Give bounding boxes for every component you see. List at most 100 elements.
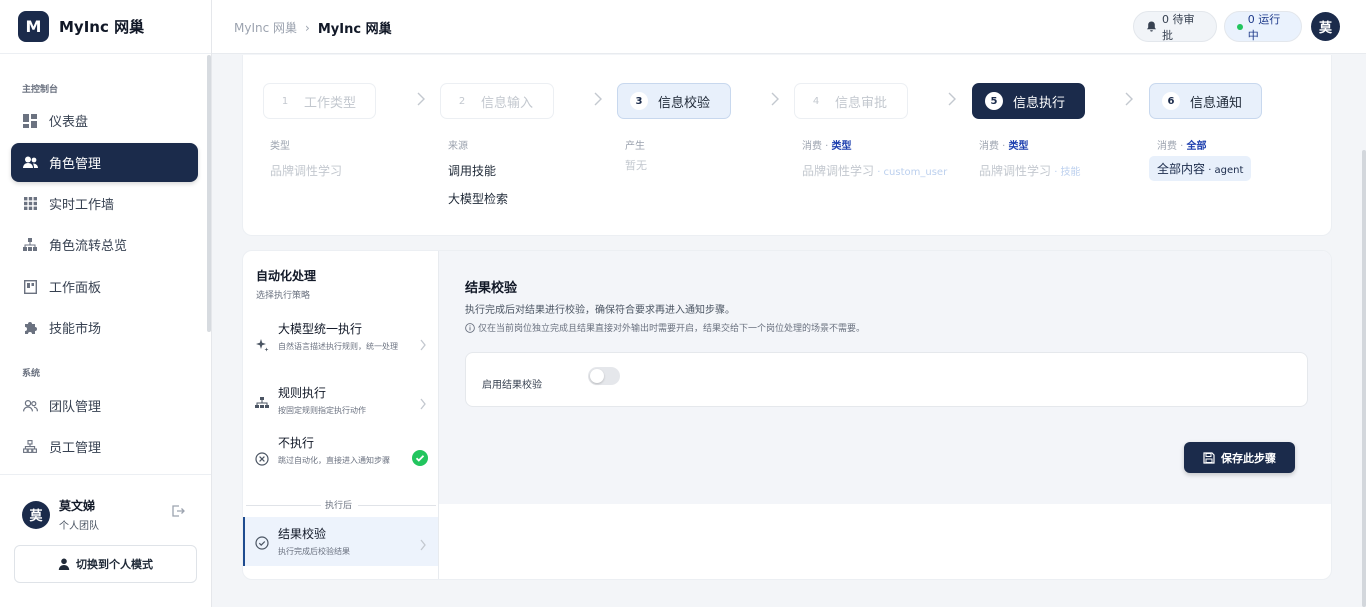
step-label: 信息执行 [1013, 95, 1066, 111]
puzzle-icon [22, 320, 38, 336]
automation-card: 自动化处理 选择执行策略 大模型统一执行 自然语言描述执行规则，统一处理 规则执… [242, 250, 1332, 580]
hierarchy-icon [22, 237, 38, 253]
check-circle-icon [255, 535, 269, 550]
step-label: 信息输入 [481, 95, 534, 111]
cancel-circle-icon [255, 451, 269, 466]
step-meta-tag: 全部内容 · agent [1149, 156, 1252, 181]
header-avatar[interactable]: 莫 [1311, 12, 1340, 41]
brand-logo: M [18, 10, 49, 42]
sidebar-item-team[interactable]: 团队管理 [11, 386, 198, 425]
step-number: 2 [458, 95, 466, 107]
option-title: 大模型统一执行 [278, 322, 363, 336]
pending-label: 0 待审批 [1162, 12, 1195, 42]
option-title: 不执行 [278, 436, 315, 450]
step-1-work-type[interactable]: 1 工作类型 [263, 83, 376, 119]
option-result-validation[interactable]: 结果校验 执行完成后校验结果 [243, 517, 438, 566]
pending-approvals-button[interactable]: 0 待审批 [1133, 11, 1217, 42]
step-4-info-approval[interactable]: 4 信息审批 [794, 83, 908, 119]
sidebar-divider [0, 53, 211, 54]
breadcrumb-parent[interactable]: MyInc 网巢 [234, 19, 297, 36]
running-label: 0 运行中 [1247, 12, 1281, 42]
breadcrumb: MyInc 网巢 › MyInc 网巢 [234, 18, 392, 38]
step-number: 4 [812, 95, 820, 107]
note-text: 仅在当前岗位独立完成且结果直接对外输出时需要开启，结果交给下一个岗位处理的场景不… [478, 324, 866, 334]
sidebar-item-label: 工作面板 [49, 281, 102, 296]
sidebar-item-live-wall[interactable]: 实时工作墙 [11, 184, 198, 223]
sidebar-item-label: 角色管理 [49, 157, 102, 172]
detail-description: 执行完成后对结果进行校验，确保符合要求再进入通知步骤。 [465, 305, 735, 316]
step-meta-label: 产生 [625, 141, 645, 152]
detail-title: 结果校验 [465, 281, 518, 296]
top-header: MyInc 网巢 › MyInc 网巢 0 待审批 0 运行中 莫 [212, 0, 1366, 54]
sidebar-item-role-flow[interactable]: 角色流转总览 [11, 225, 198, 264]
chevron-right-icon [419, 395, 427, 410]
step-meta-value: 品牌调性学习 · custom_user [802, 164, 948, 178]
workflow-steps-card: 1 工作类型 2 信息输入 3 信息校验 4 信息审批 5 信息执行 6 信息通… [242, 55, 1332, 236]
automation-subtitle: 选择执行策略 [256, 291, 311, 301]
option-no-execute[interactable]: 不执行 跳过自动化，直接进入通知步骤 [243, 427, 438, 485]
sidebar-item-label: 技能市场 [49, 322, 102, 337]
brand-name: MyInc 网巢 [59, 17, 145, 36]
chevron-right-icon [593, 91, 603, 106]
avatar: 莫 [22, 500, 50, 529]
chevron-right-icon [947, 91, 957, 106]
sidebar-item-dashboard[interactable]: 仪表盘 [11, 101, 198, 140]
result-validation-panel: 结果校验 执行完成后对结果进行校验，确保符合要求再进入通知步骤。 仅在当前岗位独… [439, 251, 1331, 504]
step-5-info-execution[interactable]: 5 信息执行 [972, 83, 1085, 119]
app-root: M MyInc 网巢 主控制台 仪表盘 角色管理 实时工作墙 角色流转总览 工作… [0, 0, 1366, 607]
section-main-label: 主控制台 [22, 85, 59, 95]
step-meta-value: 暂无 [625, 159, 647, 172]
step-6-info-notify[interactable]: 6 信息通知 [1149, 83, 1262, 119]
option-desc: 跳过自动化，直接进入通知步骤 [278, 456, 390, 465]
running-status-button[interactable]: 0 运行中 [1224, 11, 1302, 42]
sidebar-item-label: 实时工作墙 [49, 198, 115, 213]
save-step-button[interactable]: 保存此步骤 [1184, 442, 1295, 473]
save-icon [1203, 451, 1215, 464]
save-label: 保存此步骤 [1221, 451, 1276, 465]
logout-icon[interactable] [170, 503, 186, 519]
step-2-info-input[interactable]: 2 信息输入 [440, 83, 554, 119]
step-number: 5 [985, 92, 1003, 110]
option-desc: 按固定规则指定执行动作 [278, 406, 366, 415]
step-number: 3 [630, 92, 648, 110]
step-meta-label: 消费 · 全部 [1157, 141, 1207, 152]
step-label: 信息校验 [658, 95, 711, 111]
sidebar-item-staff[interactable]: 员工管理 [11, 427, 198, 466]
chevron-right-icon: › [305, 20, 310, 35]
sidebar-item-label: 员工管理 [49, 441, 102, 456]
step-number: 1 [281, 95, 289, 107]
breadcrumb-current: MyInc 网巢 [317, 22, 392, 37]
grid-icon [22, 196, 38, 212]
brand[interactable]: M MyInc 网巢 [18, 10, 144, 42]
option-title: 结果校验 [278, 527, 327, 541]
team-icon [22, 398, 38, 414]
section-system-label: 系统 [22, 369, 41, 379]
option-rule-execute[interactable]: 规则执行 按固定规则指定执行动作 [243, 375, 438, 433]
sidebar-item-label: 仪表盘 [49, 115, 89, 130]
after-label: 执行后 [325, 501, 353, 511]
option-llm-execute[interactable]: 大模型统一执行 自然语言描述执行规则，统一处理 [243, 313, 438, 371]
toggle-knob [590, 369, 604, 383]
step-3-info-validation[interactable]: 3 信息校验 [617, 83, 731, 119]
chevron-right-icon [770, 91, 780, 106]
step-meta-label: 来源 [448, 141, 468, 152]
sidebar-item-work-panel[interactable]: 工作面板 [11, 267, 198, 306]
step-meta-label: 消费 · 类型 [802, 141, 852, 152]
enable-validation-toggle[interactable] [588, 367, 620, 385]
switch-label: 切换到个人模式 [76, 558, 153, 571]
status-dot [1237, 23, 1243, 30]
sidebar-item-roles[interactable]: 角色管理 [11, 143, 198, 182]
main-scrollbar[interactable] [1362, 150, 1366, 607]
sidebar-item-skill-market[interactable]: 技能市场 [11, 308, 198, 347]
check-icon [412, 450, 428, 466]
dashboard-icon [22, 113, 38, 129]
step-meta-value: 大模型检索 [448, 192, 509, 206]
sidebar-scrollbar[interactable] [207, 55, 211, 332]
detail-note: 仅在当前岗位独立完成且结果直接对外输出时需要开启，结果交给下一个岗位处理的场景不… [465, 321, 865, 334]
automation-strategy-panel: 自动化处理 选择执行策略 大模型统一执行 自然语言描述执行规则，统一处理 规则执… [243, 251, 439, 579]
switch-personal-mode-button[interactable]: 切换到个人模式 [14, 545, 197, 583]
user-name: 莫文娣 [59, 499, 96, 513]
automation-title: 自动化处理 [256, 269, 317, 283]
sidebar-item-label: 团队管理 [49, 400, 102, 415]
user-profile[interactable]: 莫 莫文娣 个人团队 [22, 497, 99, 532]
